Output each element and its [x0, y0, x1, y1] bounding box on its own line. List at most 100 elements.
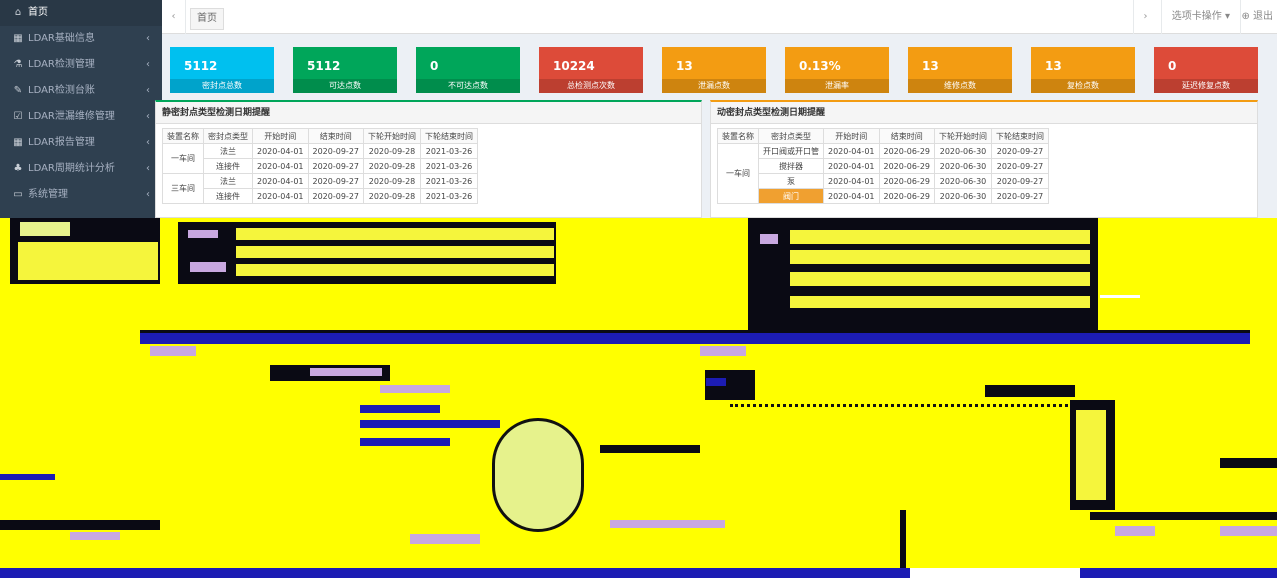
unit-name-cell: 一车间 [162, 143, 204, 174]
table-cell: 2020-09-28 [363, 158, 421, 174]
stat-label: 维修点数 [908, 79, 1012, 93]
unit-name-cell: 三车间 [162, 173, 204, 204]
glitch-block [236, 228, 554, 240]
column-header: 密封点类型 [203, 128, 253, 144]
chevron-left-icon: ‹ [146, 59, 150, 70]
tab-back-icon[interactable]: ‹ [162, 0, 186, 34]
table-row: 一车间 法兰 2020-04-01 2020-09-27 2020-09-28 2021-… [162, 143, 478, 174]
sidebar-item[interactable]: ▦ LDAR报告管理 ‹ [0, 130, 162, 156]
glitch-block [310, 368, 382, 376]
stat-value: 0 [1168, 59, 1177, 73]
table-row: 阀门 2020-04-01 2020-06-29 2020-06-30 2020-09-… [718, 188, 1049, 204]
stat-box[interactable]: 5112 可达点数 [293, 47, 397, 93]
stat-label: 复检点数 [1031, 79, 1135, 93]
table-cell: 2020-04-01 [252, 158, 309, 174]
stat-label: 泄漏点数 [662, 79, 766, 93]
table-row: 搅拌器 2020-04-01 2020-06-29 2020-06-30 2020-09… [718, 158, 1049, 174]
grid-icon: ▦ [13, 33, 23, 44]
tab-forward-icon[interactable]: › [1133, 0, 1157, 34]
glitch-block [790, 250, 1090, 264]
table-cell: 2020-06-29 [878, 143, 935, 159]
stat-label: 总检测点次数 [539, 79, 643, 93]
stat-box[interactable]: 0 延迟修复点数 [1154, 47, 1258, 93]
dynamic-seal-table: 装置名称 密封点类型 开始时间 结束时间 下轮开始时间 下轮结束时间 一车间 开口阀或开口管 2… [717, 128, 1049, 204]
stat-box[interactable]: 13 复检点数 [1031, 47, 1135, 93]
sidebar: ⌂ 首页 ▦ LDAR基础信息 ‹ ⚗ LDAR检测管理 ‹ ✎ LDAR检测台账 ‹ ☑ LDAR泄漏… [0, 0, 162, 218]
chevron-left-icon: ‹ [146, 33, 150, 44]
stat-box[interactable]: 5112 密封点总数 [170, 47, 274, 93]
glitch-block [0, 474, 55, 480]
table-cell: 2020-04-01 [823, 143, 880, 159]
stat-value: 5112 [184, 59, 218, 73]
glitch-block [360, 405, 440, 413]
stat-box[interactable]: 10224 总检测点次数 [539, 47, 643, 93]
table-cell: 2020-09-27 [991, 173, 1049, 189]
glitch-block [1090, 512, 1277, 520]
table-cell: 2020-09-28 [363, 143, 421, 159]
stat-label: 延迟修复点数 [1154, 79, 1258, 93]
stat-value: 10224 [553, 59, 595, 73]
glitch-block [760, 234, 778, 244]
sidebar-item-label: LDAR基础信息 [28, 33, 95, 44]
tab-home[interactable]: 首页 [190, 8, 224, 30]
sidebar-item[interactable]: ⚗ LDAR检测管理 ‹ [0, 52, 162, 78]
stat-box[interactable]: 0 不可达点数 [416, 47, 520, 93]
grid-icon: ▦ [13, 137, 23, 148]
table-cell: 2020-09-27 [307, 173, 364, 189]
stat-box[interactable]: 13 维修点数 [908, 47, 1012, 93]
dashboard-top: ⌂ 首页 ▦ LDAR基础信息 ‹ ⚗ LDAR检测管理 ‹ ✎ LDAR检测台账 ‹ ☑ LDAR泄漏… [0, 0, 1277, 218]
stat-label: 密封点总数 [170, 79, 274, 93]
stat-value: 5112 [307, 59, 341, 73]
sidebar-item-label: LDAR报告管理 [28, 137, 95, 148]
table-row: 连接件 2020-04-01 2020-09-27 2020-09-28 2021-03… [163, 188, 478, 204]
sidebar-item[interactable]: ▦ LDAR基础信息 ‹ [0, 26, 162, 52]
table-header-row: 装置名称 密封点类型 开始时间 结束时间 下轮开始时间 下轮结束时间 [717, 128, 1049, 144]
chevron-left-icon: ‹ [146, 111, 150, 122]
table-cell: 连接件 [203, 158, 253, 174]
glitch-block [706, 378, 726, 386]
sidebar-item[interactable]: ♣ LDAR周期统计分析 ‹ [0, 156, 162, 182]
stat-value: 0 [430, 59, 439, 73]
stat-box[interactable]: 0.13% 泄漏率 [785, 47, 889, 93]
stat-value: 13 [1045, 59, 1062, 73]
table-cell: 法兰 [203, 143, 253, 159]
glitch-block [360, 420, 500, 428]
table-header-row: 装置名称 密封点类型 开始时间 结束时间 下轮开始时间 下轮结束时间 [162, 128, 478, 144]
glitch-block [188, 230, 218, 238]
sidebar-item[interactable]: ☑ LDAR泄漏维修管理 ‹ [0, 104, 162, 130]
glitch-block [1100, 295, 1140, 298]
sidebar-item[interactable]: ⌂ 首页 [0, 0, 162, 26]
logout-button[interactable]: ⊕ 退出 [1237, 0, 1277, 34]
glitch-block [360, 438, 450, 446]
glitch-bar [0, 568, 1277, 578]
stat-box[interactable]: 13 泄漏点数 [662, 47, 766, 93]
table-cell: 法兰 [203, 173, 253, 189]
stat-label: 泄漏率 [785, 79, 889, 93]
glitch-block [610, 520, 725, 528]
dynamic-panel-title: 动密封点类型检测日期提醒 [711, 102, 1257, 124]
table-cell: 2020-09-27 [307, 188, 364, 204]
bank-icon: ⌂ [14, 7, 22, 18]
table-cell: 2020-04-01 [823, 173, 880, 189]
glitch-block [20, 222, 70, 236]
table-cell: 2020-04-01 [252, 188, 309, 204]
checkbox-icon: ☑ [13, 111, 23, 122]
dynamic-seal-panel: 动密封点类型检测日期提醒 装置名称 密封点类型 开始时间 结束时间 下轮开始时间 下轮结束… [710, 100, 1258, 218]
monitor-icon: ▭ [13, 189, 23, 200]
glitch-block [900, 510, 906, 570]
tab-bar: ‹ 首页 › 选项卡操作 ▾ ⊕ 退出 [162, 0, 1277, 34]
column-header: 密封点类型 [758, 128, 824, 144]
glitch-block [236, 246, 554, 258]
sidebar-item[interactable]: ▭ 系统管理 ‹ [0, 182, 162, 208]
glitch-block [1115, 526, 1155, 536]
stat-value: 13 [922, 59, 939, 73]
glitch-block [18, 236, 160, 242]
column-header: 下轮结束时间 [420, 128, 478, 144]
sidebar-item-label: LDAR检测管理 [28, 59, 95, 70]
table-cell: 2021-03-26 [420, 173, 478, 189]
table-cell: 连接件 [203, 188, 253, 204]
sidebar-item[interactable]: ✎ LDAR检测台账 ‹ [0, 78, 162, 104]
tab-options-dropdown[interactable]: 选项卡操作 ▾ [1160, 0, 1241, 34]
table-cell: 2020-04-01 [823, 158, 880, 174]
glitch-block [790, 272, 1090, 286]
